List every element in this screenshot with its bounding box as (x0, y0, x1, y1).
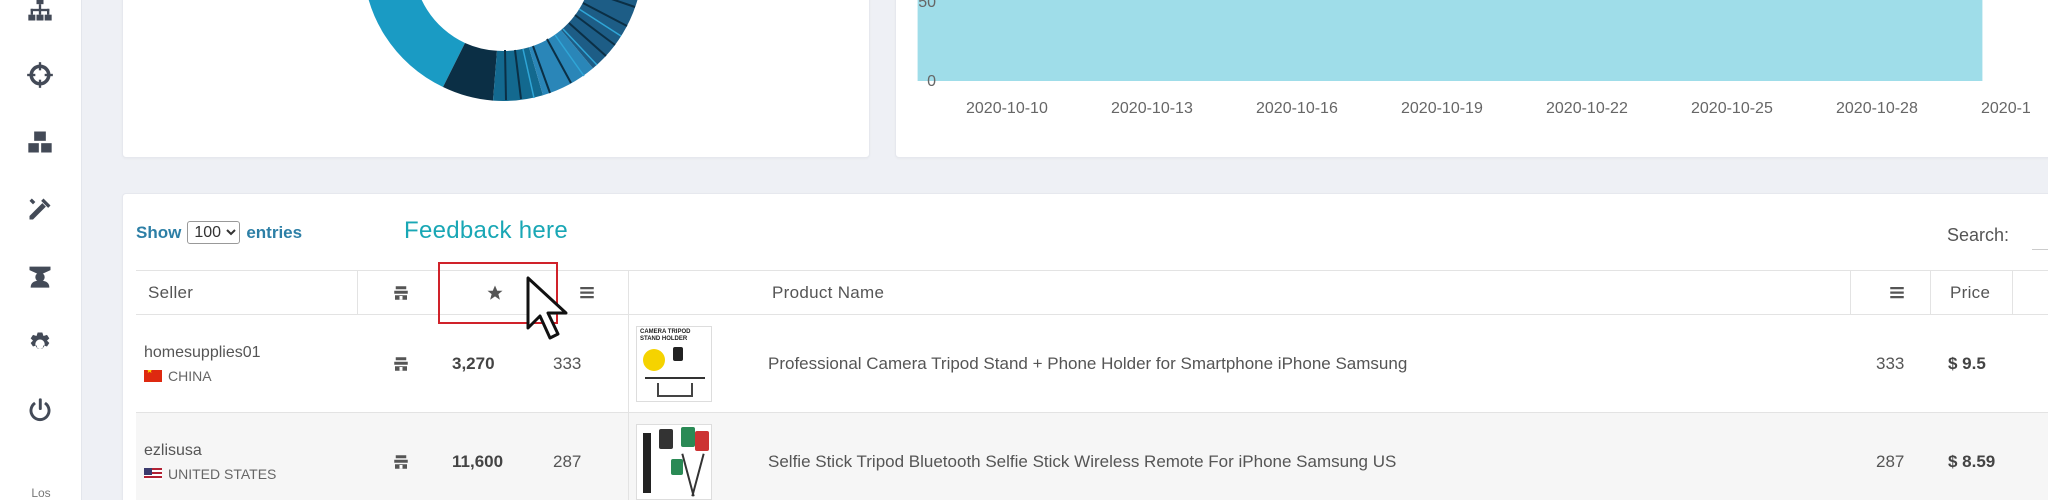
x-tick-label: 2020-1 (1981, 100, 2031, 117)
product-name-column-header[interactable]: Product Name (772, 271, 884, 314)
tools-icon[interactable] (22, 191, 58, 227)
area-chart-card: 50 0 2020-10-10 2020-10-13 2020-10-16 2020-10… (895, 0, 2048, 158)
seller-name[interactable]: homesupplies01 (144, 344, 261, 362)
graduate-icon[interactable] (22, 258, 58, 294)
feedback-annotation: Feedback here (404, 217, 569, 244)
product-name[interactable]: Professional Camera Tripod Stand + Phone… (768, 315, 1407, 412)
search-input[interactable] (2032, 222, 2048, 250)
thumbnail-text: CAMERA TRIPOD STAND HOLDER (640, 328, 691, 342)
orders-count: 287 (553, 452, 582, 471)
seller-column-header[interactable]: Seller (148, 271, 193, 314)
price: $ 9.5 (1948, 353, 1986, 373)
mouse-cursor-icon (526, 276, 568, 340)
product-name[interactable]: Selfie Stick Tripod Bluetooth Selfie Sti… (768, 413, 1396, 500)
x-tick-label: 2020-10-25 (1691, 100, 1773, 117)
list-icon[interactable] (1888, 271, 1906, 314)
seller-country: UNITED STATES (144, 466, 276, 482)
crosshair-icon[interactable] (22, 57, 58, 93)
donut-chart (368, 0, 638, 101)
boxes-icon[interactable] (22, 124, 58, 160)
country-label: UNITED STATES (168, 466, 277, 482)
x-tick-label: 2020-10-28 (1836, 100, 1918, 117)
sidebar-footer-text: Los (31, 486, 51, 500)
search-label: Search: (1947, 225, 2010, 245)
rating-count: 11,600 (452, 452, 504, 471)
product-thumbnail[interactable] (636, 413, 712, 500)
show-entries-control: Show 100 entries (136, 221, 302, 244)
rating-count: 3,270 (452, 353, 495, 373)
orders-count: 287 (1876, 452, 1905, 471)
products-table: Seller Product Name Price homesupplies01… (136, 270, 2048, 500)
china-flag-icon (144, 369, 162, 382)
sidebar: Los (0, 0, 82, 500)
x-tick-label: 2020-10-16 (1256, 100, 1338, 117)
area-chart: 50 0 2020-10-10 2020-10-13 2020-10-16 2020-10… (917, 0, 2031, 117)
x-tick-label: 2020-10-19 (1401, 100, 1483, 117)
seller-country: CHINA (144, 368, 212, 384)
product-thumbnail[interactable]: CAMERA TRIPOD STAND HOLDER (636, 315, 712, 412)
store-icon[interactable] (392, 271, 410, 314)
entries-select[interactable]: 100 (187, 221, 241, 244)
table-row[interactable]: homesupplies01 CHINA 3,270 333 CAMERA TR… (136, 315, 2048, 413)
sitemap-icon[interactable] (22, 0, 58, 28)
price: $ 8.59 (1948, 452, 1996, 471)
country-label: CHINA (168, 367, 212, 384)
show-label: Show (136, 222, 182, 242)
table-header-row: Seller Product Name Price (136, 271, 2048, 315)
x-tick-label: 2020-10-22 (1546, 100, 1628, 117)
table-row[interactable]: ezlisusa UNITED STATES 11,600 287 Selfie… (136, 413, 2048, 500)
y-tick-label: 50 (918, 0, 936, 11)
area-series (917, 0, 1983, 81)
list-icon[interactable] (578, 271, 596, 314)
entries-label: entries (246, 222, 303, 242)
seller-cell: homesupplies01 CHINA (144, 315, 261, 412)
store-icon[interactable] (392, 315, 410, 412)
orders-count: 333 (1876, 353, 1905, 373)
seller-cell: ezlisusa UNITED STATES (144, 413, 276, 500)
store-icon[interactable] (392, 413, 410, 500)
donut-chart-card (122, 0, 870, 158)
x-tick-label: 2020-10-13 (1111, 100, 1193, 117)
seller-name[interactable]: ezlisusa (144, 442, 202, 460)
x-tick-label: 2020-10-10 (966, 100, 1048, 117)
price-column-header[interactable]: Price (1950, 271, 1990, 314)
gear-icon[interactable] (22, 325, 58, 361)
us-flag-icon (144, 468, 162, 480)
power-icon[interactable] (22, 392, 58, 428)
y-tick-label: 0 (927, 73, 936, 90)
